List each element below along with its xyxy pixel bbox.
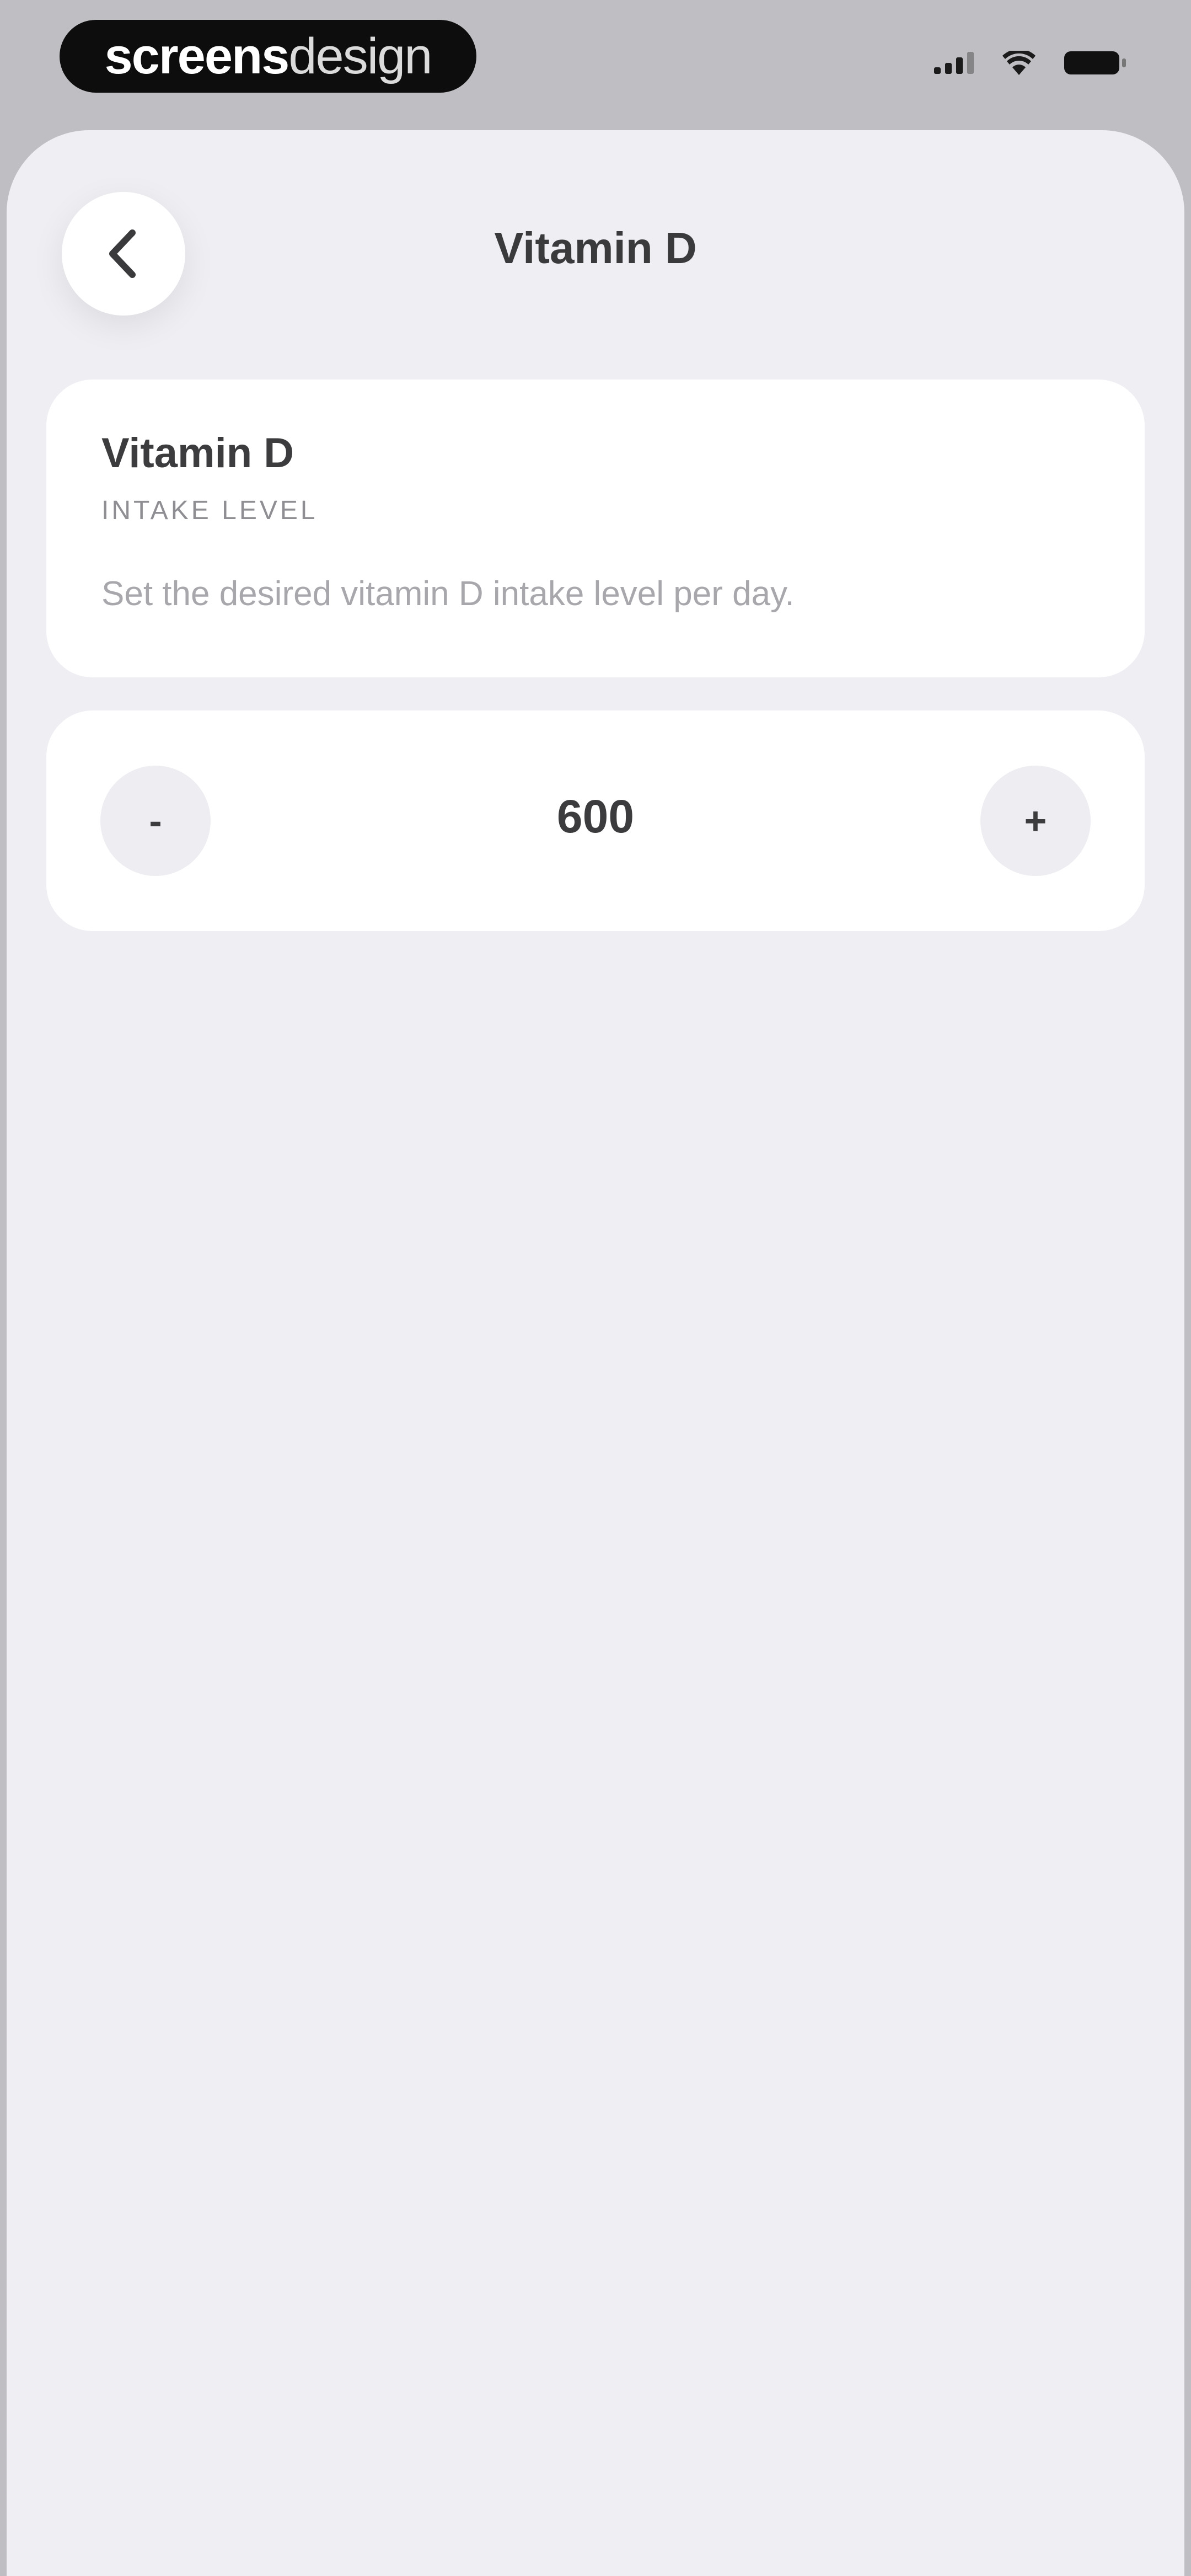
app-frame: screensdesign Vitamin D Vitamin D INTAKE…: [0, 0, 1191, 2576]
brand-text-light: design: [288, 28, 432, 84]
status-bar: screensdesign: [0, 0, 1191, 132]
card-description: Set the desired vitamin D intake level p…: [101, 575, 795, 613]
card-title: Vitamin D: [101, 430, 294, 477]
card-subtitle: INTAKE LEVEL: [101, 496, 318, 525]
content-sheet: Vitamin D Vitamin D INTAKE LEVEL Set the…: [7, 130, 1184, 2576]
brand-logo: screensdesign: [60, 20, 476, 93]
signal-icon: [934, 52, 974, 74]
intake-info-card: Vitamin D INTAKE LEVEL Set the desired v…: [46, 380, 1145, 677]
intake-stepper: - 600 +: [46, 710, 1145, 931]
battery-icon: [1064, 51, 1126, 74]
brand-text: screensdesign: [104, 28, 433, 85]
page-title: Vitamin D: [494, 223, 697, 272]
wifi-icon: [1002, 51, 1036, 75]
status-icons: [934, 51, 1126, 75]
intake-value: 600: [556, 790, 635, 842]
increment-button[interactable]: +: [980, 766, 1091, 876]
brand-text-bold: screens: [104, 28, 290, 84]
